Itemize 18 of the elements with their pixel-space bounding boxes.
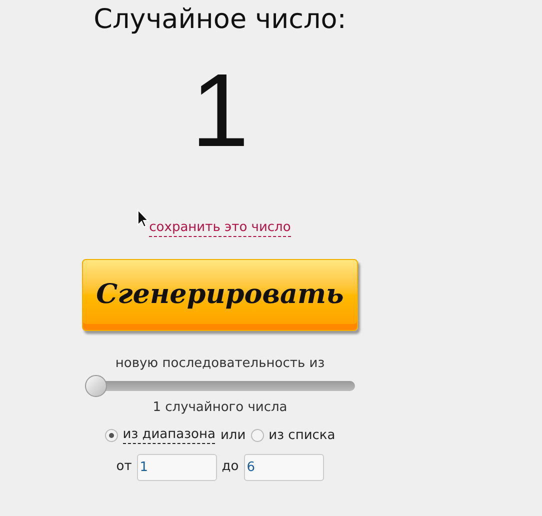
joiner-text: или bbox=[220, 427, 246, 445]
option-label[interactable]: из списка bbox=[268, 428, 336, 444]
save-link[interactable]: сохранить это число bbox=[149, 220, 291, 237]
generate-button[interactable]: Сгенерировать bbox=[82, 259, 358, 331]
range-label: до bbox=[222, 458, 239, 476]
count-slider[interactable] bbox=[85, 375, 355, 397]
sequence-label: новую последовательность из bbox=[115, 355, 325, 373]
random-number: 1 bbox=[191, 56, 249, 166]
count-caption: 1 случайного числа bbox=[152, 399, 288, 417]
page-title: Случайное число: bbox=[94, 3, 346, 37]
cursor-icon bbox=[137, 209, 149, 228]
range-input[interactable]: 6 bbox=[244, 454, 324, 480]
option-label[interactable]: из диапазона bbox=[122, 427, 216, 444]
radio-button[interactable] bbox=[250, 429, 264, 442]
radio-button[interactable] bbox=[104, 429, 118, 442]
range-label: от bbox=[116, 458, 132, 476]
slider-thumb[interactable] bbox=[85, 375, 107, 397]
range-input[interactable]: 1 bbox=[136, 454, 217, 480]
